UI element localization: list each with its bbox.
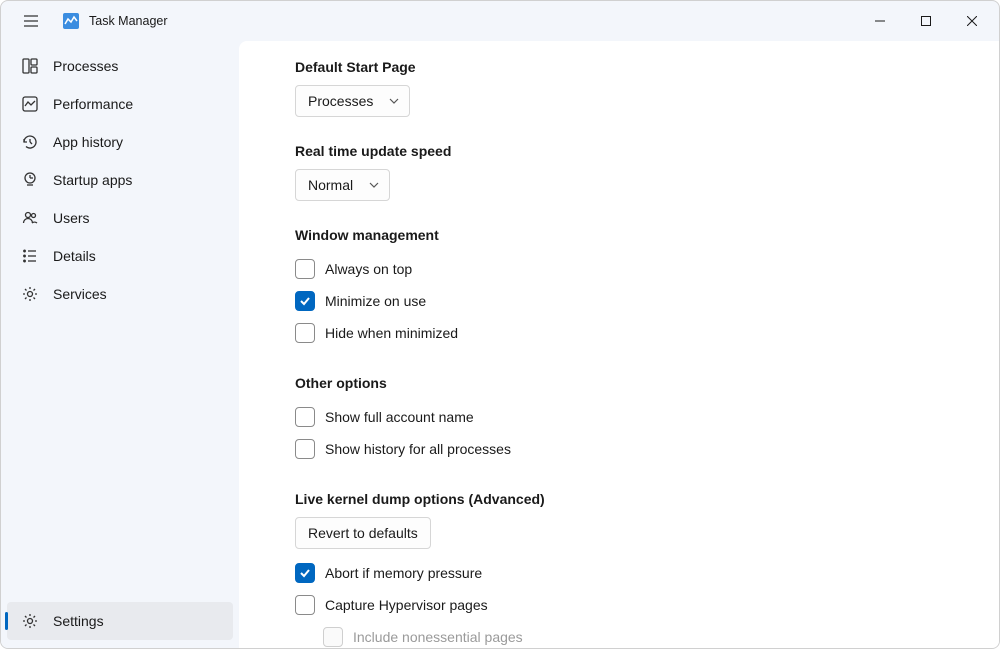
checkbox-label: Hide when minimized (325, 325, 458, 341)
sidebar-item-users[interactable]: Users (7, 199, 233, 237)
minimize-button[interactable] (857, 5, 903, 37)
details-icon (21, 247, 39, 265)
nav-label: Processes (53, 58, 118, 74)
checkbox-show-full-account[interactable]: Show full account name (295, 401, 943, 433)
checkbox-box (295, 407, 315, 427)
update-speed-dropdown[interactable]: Normal (295, 169, 390, 201)
checkbox-show-history-all[interactable]: Show history for all processes (295, 433, 943, 465)
check-icon (299, 295, 311, 307)
checkbox-minimize-on-use[interactable]: Minimize on use (295, 285, 943, 317)
sidebar-item-performance[interactable]: Performance (7, 85, 233, 123)
nav-label: Settings (53, 613, 104, 629)
settings-icon (21, 612, 39, 630)
sidebar-item-app-history[interactable]: App history (7, 123, 233, 161)
sidebar-item-services[interactable]: Services (7, 275, 233, 313)
checkbox-box (323, 627, 343, 647)
nav-label: Users (53, 210, 90, 226)
checkbox-box (295, 595, 315, 615)
sidebar-item-settings[interactable]: Settings (7, 602, 233, 640)
sidebar: Processes Performance App history Startu… (1, 41, 239, 648)
dropdown-value: Processes (308, 93, 373, 109)
checkbox-label: Show full account name (325, 409, 474, 425)
checkbox-label: Show history for all processes (325, 441, 511, 457)
users-icon (21, 209, 39, 227)
checkbox-always-on-top[interactable]: Always on top (295, 253, 943, 285)
heading-default-start-page: Default Start Page (295, 59, 943, 75)
nav-label: Startup apps (53, 172, 132, 188)
checkbox-box (295, 439, 315, 459)
checkbox-abort-memory[interactable]: Abort if memory pressure (295, 557, 943, 589)
checkbox-label: Minimize on use (325, 293, 426, 309)
checkbox-label: Capture Hypervisor pages (325, 597, 488, 613)
maximize-icon (921, 16, 931, 26)
checkbox-box (295, 563, 315, 583)
check-icon (299, 567, 311, 579)
checkbox-capture-hypervisor[interactable]: Capture Hypervisor pages (295, 589, 943, 621)
window-controls (857, 5, 995, 37)
nav-label: Performance (53, 96, 133, 112)
task-manager-icon (63, 13, 79, 29)
chevron-down-icon (369, 180, 379, 190)
checkbox-label: Always on top (325, 261, 412, 277)
checkbox-label: Abort if memory pressure (325, 565, 482, 581)
sidebar-item-processes[interactable]: Processes (7, 47, 233, 85)
processes-icon (21, 57, 39, 75)
checkbox-include-nonessential: Include nonessential pages (323, 621, 943, 648)
checkbox-box (295, 259, 315, 279)
dropdown-value: Normal (308, 177, 353, 193)
heading-other-options: Other options (295, 375, 943, 391)
sidebar-item-startup-apps[interactable]: Startup apps (7, 161, 233, 199)
checkbox-label: Include nonessential pages (353, 629, 523, 645)
titlebar: Task Manager (1, 1, 999, 41)
default-start-page-dropdown[interactable]: Processes (295, 85, 410, 117)
services-icon (21, 285, 39, 303)
settings-panel[interactable]: Default Start Page Processes Real time u… (239, 41, 999, 648)
nav-label: App history (53, 134, 123, 150)
minimize-icon (875, 16, 885, 26)
heading-window-management: Window management (295, 227, 943, 243)
sidebar-item-details[interactable]: Details (7, 237, 233, 275)
nav-label: Details (53, 248, 96, 264)
app-history-icon (21, 133, 39, 151)
revert-to-defaults-button[interactable]: Revert to defaults (295, 517, 431, 549)
close-button[interactable] (949, 5, 995, 37)
heading-update-speed: Real time update speed (295, 143, 943, 159)
button-label: Revert to defaults (308, 525, 418, 541)
hamburger-menu-button[interactable] (13, 3, 49, 39)
checkbox-hide-when-minimized[interactable]: Hide when minimized (295, 317, 943, 349)
task-manager-window: Task Manager Processes (0, 0, 1000, 649)
app-title: Task Manager (89, 14, 168, 28)
chevron-down-icon (389, 96, 399, 106)
nav-label: Services (53, 286, 107, 302)
checkbox-box (295, 291, 315, 311)
checkbox-box (295, 323, 315, 343)
maximize-button[interactable] (903, 5, 949, 37)
heading-kernel-dump: Live kernel dump options (Advanced) (295, 491, 943, 507)
hamburger-icon (23, 13, 39, 29)
close-icon (967, 16, 977, 26)
performance-icon (21, 95, 39, 113)
startup-apps-icon (21, 171, 39, 189)
